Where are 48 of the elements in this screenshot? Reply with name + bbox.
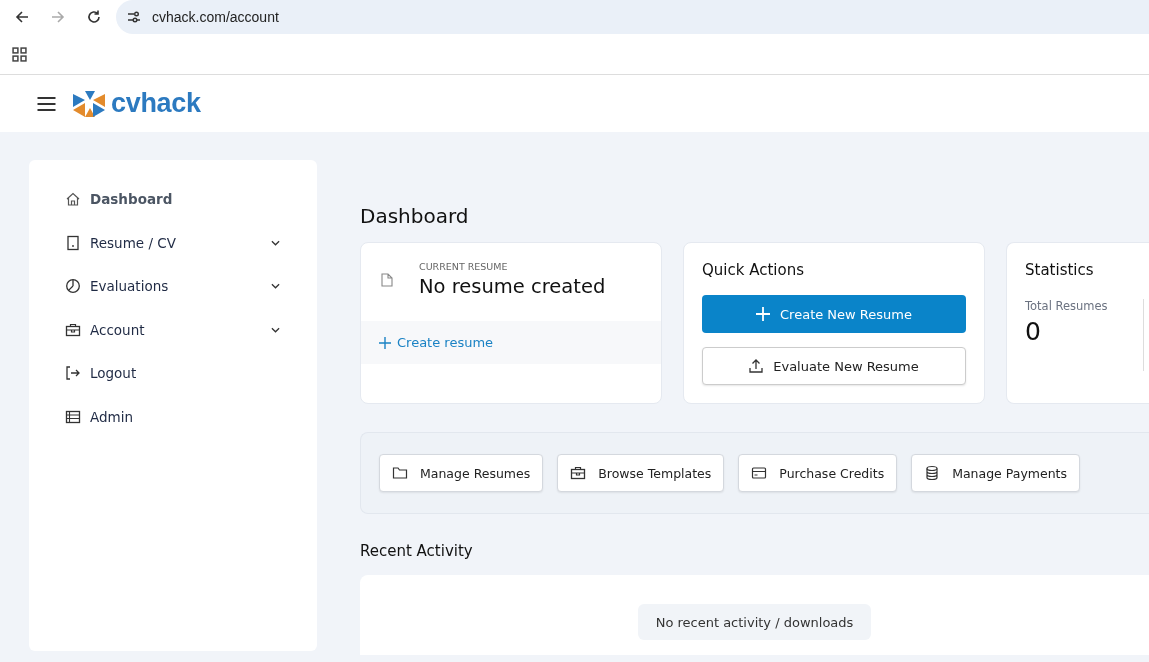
evaluate-button[interactable]: Evaluate New Resume bbox=[702, 347, 966, 385]
shortcut-button[interactable]: Purchase Credits bbox=[738, 454, 898, 492]
create-resume-link[interactable]: Create resume bbox=[379, 335, 494, 350]
chevron-down-icon[interactable] bbox=[271, 326, 280, 333]
shortcut-button[interactable]: Manage Payments bbox=[911, 454, 1081, 492]
file-icon bbox=[381, 273, 393, 287]
upload-icon bbox=[749, 359, 764, 373]
card-title: Statistics bbox=[1024, 260, 1095, 279]
shortcut-button[interactable]: Browse Templates bbox=[557, 454, 725, 492]
sidebar-item[interactable]: Account bbox=[29, 314, 317, 345]
plus-icon bbox=[756, 307, 771, 321]
sidebar-item[interactable]: Logout bbox=[29, 358, 317, 388]
reload-icon[interactable] bbox=[86, 9, 102, 25]
url-text: cvhack.com/account bbox=[152, 9, 279, 25]
sidebar-item[interactable]: Resume / CV bbox=[29, 227, 317, 258]
section-title: Recent Activity bbox=[360, 542, 474, 560]
stat-value: 0 bbox=[1025, 317, 1042, 346]
logo-icon[interactable] bbox=[71, 89, 107, 118]
site-settings-icon[interactable] bbox=[126, 9, 142, 25]
sidebar-item[interactable]: Evaluations bbox=[29, 271, 317, 301]
briefcase-icon bbox=[65, 321, 81, 338]
chevron-down-icon[interactable] bbox=[271, 283, 280, 289]
apps-grid-icon[interactable] bbox=[12, 46, 27, 62]
document-icon bbox=[65, 234, 81, 251]
credit-card-icon bbox=[751, 465, 768, 481]
database-icon bbox=[924, 465, 941, 481]
stat-label: Total Resumes bbox=[1025, 299, 1109, 313]
empty-message: No recent activity / downloads bbox=[637, 604, 872, 640]
current-resume-value: No resume created bbox=[419, 275, 606, 298]
page-title: Dashboard bbox=[360, 204, 470, 228]
table-icon bbox=[65, 408, 81, 425]
sidebar-item[interactable]: Dashboard bbox=[29, 184, 317, 214]
address-bar[interactable]: cvhack.com/account bbox=[116, 0, 1149, 34]
current-resume-label: CURRENT RESUME bbox=[419, 261, 509, 272]
shortcut-button[interactable]: Manage Resumes bbox=[379, 454, 544, 492]
logout-icon bbox=[65, 365, 81, 381]
chevron-down-icon[interactable] bbox=[271, 239, 280, 246]
card-title: Quick Actions bbox=[701, 260, 805, 279]
back-icon[interactable] bbox=[14, 9, 30, 25]
home-icon bbox=[65, 191, 81, 207]
sidebar-item[interactable]: Admin bbox=[29, 401, 317, 432]
create-button[interactable]: Create New Resume bbox=[702, 295, 966, 333]
pie-chart-icon bbox=[65, 278, 81, 294]
folder-icon bbox=[392, 465, 408, 481]
plus-icon bbox=[379, 336, 391, 349]
logo-text[interactable]: cvhack bbox=[111, 88, 201, 119]
briefcase-icon bbox=[570, 465, 587, 481]
menu-icon[interactable] bbox=[37, 96, 56, 111]
